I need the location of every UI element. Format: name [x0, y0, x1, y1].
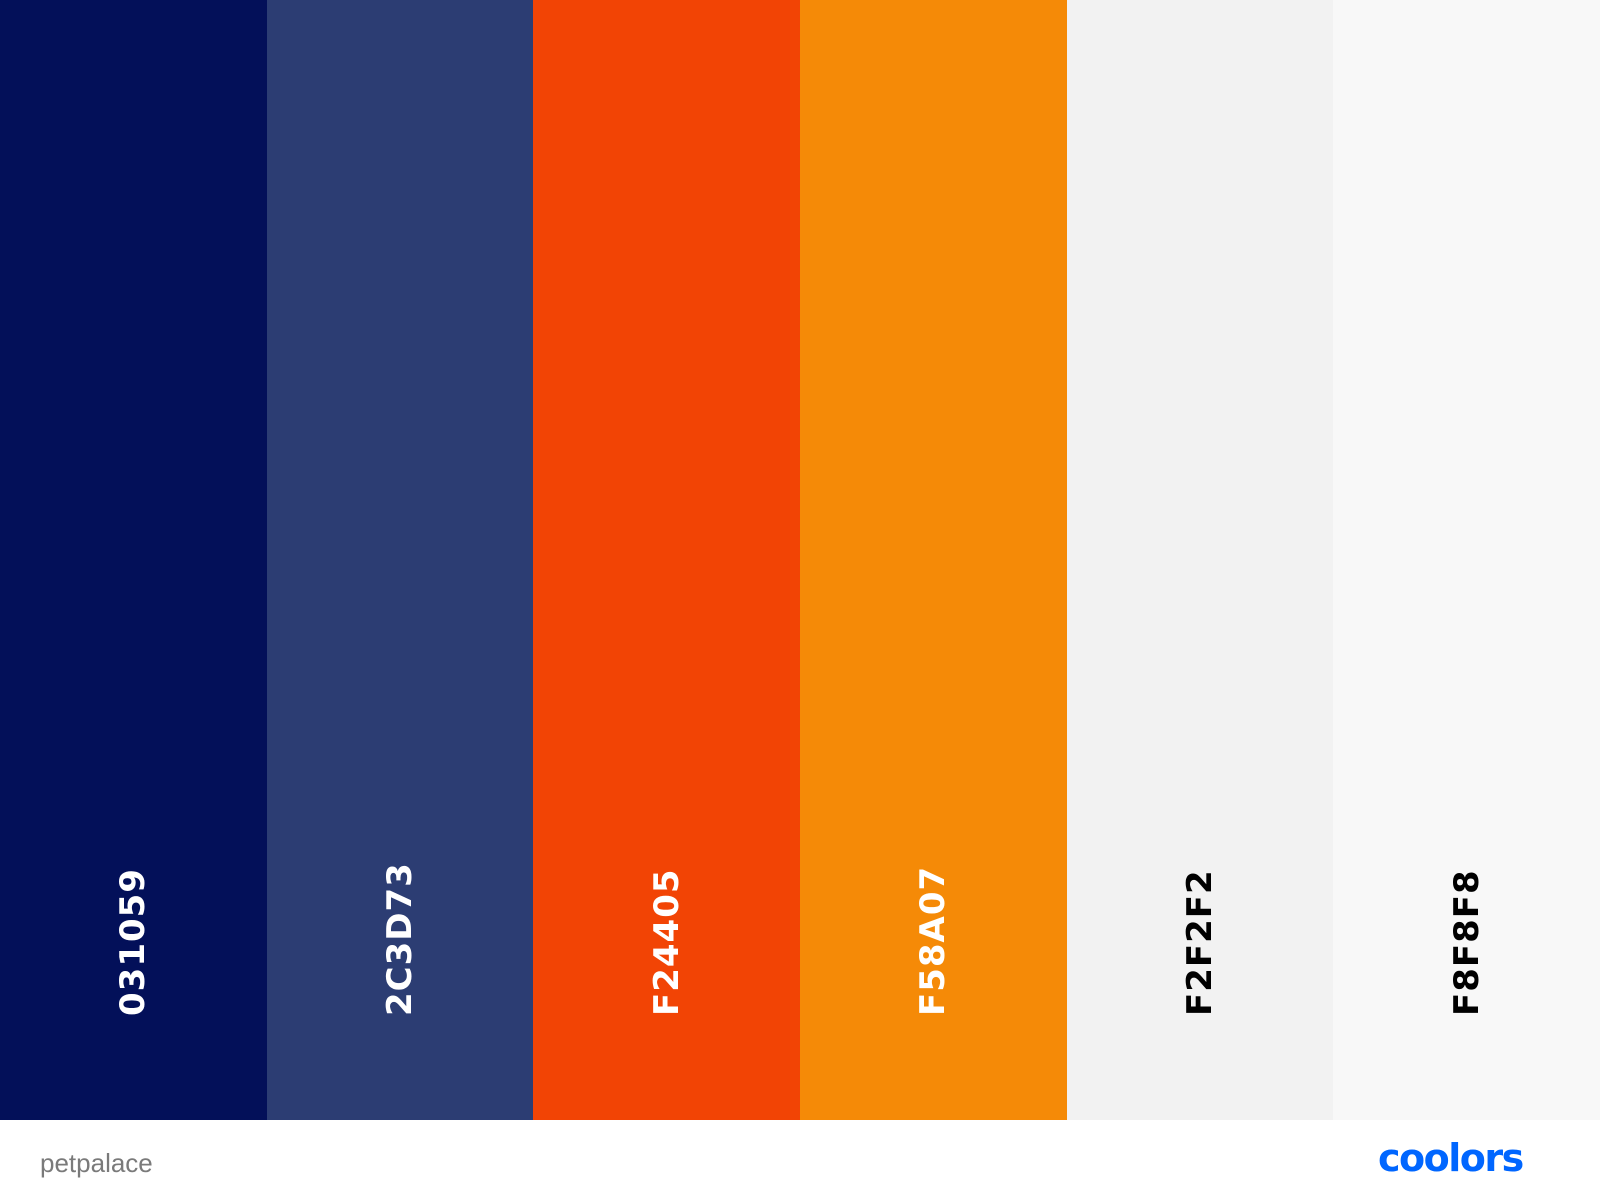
swatch-4[interactable]: F58A07: [800, 0, 1067, 1120]
swatch-hex-label: 2C3D73: [380, 862, 420, 1016]
coolors-logo[interactable]: coolors: [1378, 1142, 1560, 1176]
palette-page: 031059 2C3D73 F24405 F58A07 F2F2F2 F8F8F…: [0, 0, 1600, 1200]
swatch-5[interactable]: F2F2F2: [1066, 0, 1334, 1120]
color-palette: 031059 2C3D73 F24405 F58A07 F2F2F2 F8F8F…: [0, 0, 1600, 1120]
swatch-6[interactable]: F8F8F8: [1333, 0, 1600, 1120]
swatch-1[interactable]: 031059: [0, 0, 267, 1120]
swatch-hex-label: 031059: [113, 868, 154, 1016]
footer: petpalace coolors: [0, 1120, 1600, 1200]
palette-name: petpalace: [40, 1148, 153, 1178]
swatch-hex-label: F8F8F8: [1446, 869, 1487, 1016]
swatch-hex-label: F58A07: [913, 865, 954, 1016]
coolors-logo-icon: coolors: [1378, 1142, 1524, 1176]
swatch-3[interactable]: F24405: [533, 0, 801, 1120]
swatch-hex-label: F24405: [646, 868, 687, 1016]
coolors-logo-text: coolors: [1378, 1142, 1523, 1176]
swatch-2[interactable]: 2C3D73: [266, 0, 534, 1120]
swatch-hex-label: F2F2F2: [1180, 869, 1221, 1016]
